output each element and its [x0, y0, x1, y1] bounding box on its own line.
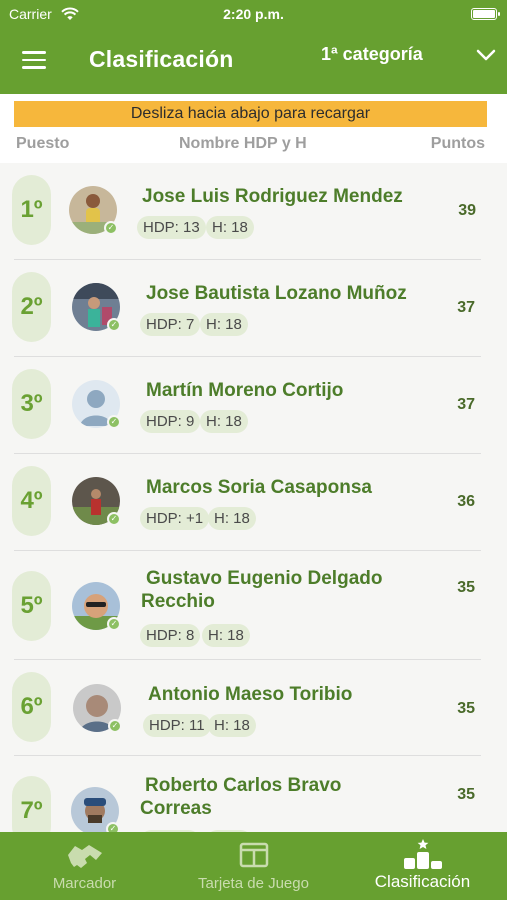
position-badge: 3º [12, 369, 51, 439]
menu-button[interactable] [22, 51, 46, 69]
tab-bar: Marcador Tarjeta de Juego Clasificación [0, 832, 507, 900]
ranking-list[interactable]: 1º ✓ Jose Luis Rodriguez Mendez HDP: 13 … [0, 163, 507, 832]
verified-icon: ✓ [107, 512, 121, 526]
player-name: Antonio Maeso Toribio [148, 684, 353, 705]
scorecard-icon [239, 842, 269, 868]
player-points: 35 [457, 700, 475, 717]
reload-banner: Desliza hacia abajo para recargar [14, 101, 487, 127]
verified-icon: ✓ [108, 719, 122, 733]
hdp-chip: HDP: 9 [140, 410, 201, 433]
category-selector[interactable]: 1ª categoría [321, 44, 423, 65]
position-badge: 4º [12, 466, 51, 536]
holes-chip: H: 18 [208, 507, 256, 530]
player-points: 37 [457, 396, 475, 413]
player-points: 35 [457, 786, 475, 803]
tab-tarjeta-de-juego[interactable]: Tarjeta de Juego [169, 832, 338, 900]
player-points: 36 [457, 493, 475, 510]
page-title: Clasificación [89, 46, 234, 72]
podium-icon [404, 839, 442, 869]
position-badge: 2º [12, 272, 51, 342]
player-points: 39 [458, 202, 476, 219]
holes-chip: H: 18 [202, 624, 250, 647]
player-name: Martín Moreno Cortijo [146, 380, 344, 401]
position-badge: 1º [12, 175, 51, 245]
verified-icon: ✓ [107, 617, 121, 631]
ranking-row[interactable]: 6º ✓ Antonio Maeso Toribio HDP: 11 H: 18… [0, 660, 507, 756]
ranking-row[interactable]: 5º ✓ Gustavo Eugenio Delgado Recchio HDP… [0, 551, 507, 660]
holes-chip: H: 18 [206, 216, 254, 239]
position-badge: 6º [12, 672, 51, 742]
ranking-row[interactable]: 1º ✓ Jose Luis Rodriguez Mendez HDP: 13 … [0, 163, 507, 260]
position-badge: 7º [12, 776, 51, 832]
hdp-chip: HDP: 8 [140, 624, 201, 647]
tab-marcador[interactable]: Marcador [0, 832, 169, 900]
column-position: Puesto [16, 135, 70, 152]
app-header: Carrier 2:20 p.m. Clasificación 1ª categ… [0, 0, 507, 94]
chevron-down-icon[interactable] [475, 47, 497, 63]
hdp-chip: HDP: 11 [143, 714, 211, 737]
player-name: Marcos Soria Casaponsa [146, 477, 372, 498]
column-headers: Puesto Nombre HDP y H Puntos [0, 135, 507, 155]
hamburger-icon [22, 51, 46, 54]
player-name: Gustavo Eugenio Delgado [146, 568, 383, 589]
hdp-chip: HDP: 13 [137, 216, 206, 239]
holes-chip: H: 18 [208, 714, 256, 737]
ranking-row[interactable]: 4º ✓ Marcos Soria Casaponsa HDP: +1 H: 1… [0, 454, 507, 551]
player-name-line2: Recchio [141, 591, 215, 612]
verified-icon: ✓ [107, 415, 121, 429]
clock: 2:20 p.m. [223, 6, 284, 22]
verified-icon: ✓ [106, 822, 120, 832]
battery-icon [471, 8, 500, 20]
status-bar: Carrier 2:20 p.m. [0, 5, 507, 23]
hdp-chip: HDP: +1 [140, 507, 210, 530]
player-name: Jose Bautista Lozano Muñoz [146, 283, 407, 304]
verified-icon: ✓ [104, 221, 118, 235]
tab-clasificacion[interactable]: Clasificación [338, 832, 507, 900]
player-name: Jose Luis Rodriguez Mendez [142, 186, 403, 207]
hdp-chip: HDP: 7 [140, 313, 201, 336]
verified-icon: ✓ [107, 318, 121, 332]
holes-chip: H: 18 [200, 410, 248, 433]
player-points: 35 [457, 579, 475, 596]
player-points: 37 [457, 299, 475, 316]
tab-label: Marcador [52, 875, 117, 892]
player-name: Roberto Carlos Bravo [145, 775, 342, 796]
position-badge: 5º [12, 571, 51, 641]
ranking-row[interactable]: 2º ✓ Jose Bautista Lozano Muñoz HDP: 7 H… [0, 260, 507, 357]
holes-chip: H: 18 [200, 313, 248, 336]
ranking-row[interactable]: 7º ✓ Roberto Carlos Bravo Correas 35 [0, 756, 507, 832]
tab-label: Clasificación [374, 872, 471, 891]
column-name: Nombre HDP y H [179, 135, 307, 152]
ranking-row[interactable]: 3º ✓ Martín Moreno Cortijo HDP: 9 H: 18 … [0, 357, 507, 454]
column-points: Puntos [430, 135, 485, 152]
handshake-icon [68, 845, 102, 868]
tab-label: Tarjeta de Juego [198, 875, 309, 892]
player-name-line2: Correas [140, 798, 212, 819]
